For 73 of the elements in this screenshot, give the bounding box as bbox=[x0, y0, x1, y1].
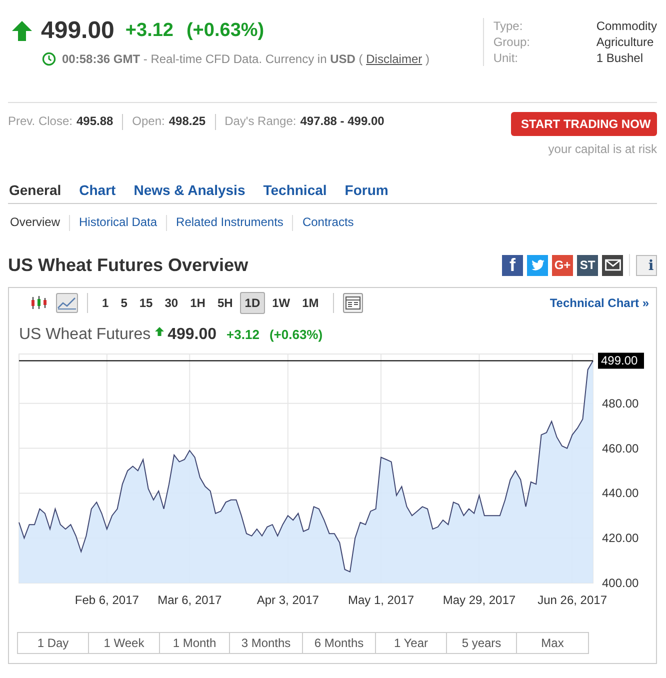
share-button[interactable]: f bbox=[502, 254, 523, 276]
axis-label: 440.00 bbox=[602, 486, 639, 500]
axis-label: 460.00 bbox=[602, 441, 639, 456]
interval-button[interactable]: 1M bbox=[297, 292, 324, 314]
range-button[interactable]: 1 Year bbox=[375, 632, 447, 654]
interval-button[interactable]: 5 bbox=[116, 292, 132, 314]
stat-label: Open: bbox=[132, 114, 165, 128]
start-trading-button[interactable]: START TRADING NOW bbox=[511, 112, 657, 136]
interval-button[interactable]: 5H bbox=[212, 292, 238, 314]
info-value: Agriculture bbox=[596, 34, 655, 50]
stat-value: 498.25 bbox=[168, 114, 206, 128]
percent-change: (+0.63%) bbox=[186, 20, 264, 42]
axis-label: Feb 6, 2017 bbox=[74, 593, 139, 607]
line-chart-icon[interactable] bbox=[56, 292, 78, 312]
interval-button[interactable]: 15 bbox=[134, 292, 158, 314]
interval-button[interactable]: 1W bbox=[267, 292, 296, 314]
axis-label: 400.00 bbox=[602, 576, 639, 590]
layout-button[interactable] bbox=[342, 292, 363, 312]
percent-change: (+0.63%) bbox=[269, 327, 323, 342]
stat-value: 495.88 bbox=[76, 114, 114, 128]
interval-button[interactable]: 30 bbox=[160, 292, 184, 314]
info-label: Type: bbox=[493, 18, 524, 34]
interval-button[interactable]: 1D bbox=[240, 292, 266, 314]
tab[interactable]: Forum bbox=[336, 182, 398, 203]
clock-icon bbox=[42, 52, 56, 66]
instrument-name: US Wheat Futures bbox=[19, 326, 151, 344]
axis-label: Jun 26, 2017 bbox=[538, 593, 608, 607]
subtab[interactable]: Contracts bbox=[292, 215, 363, 231]
technical-chart-link[interactable]: Technical Chart » bbox=[550, 296, 649, 310]
stat-label: Day's Range: bbox=[224, 114, 296, 128]
info-value: Commodity bbox=[596, 18, 657, 34]
tab[interactable]: Technical bbox=[254, 182, 336, 203]
stat-label: Prev. Close: bbox=[8, 114, 72, 128]
range-button[interactable]: 3 Months bbox=[229, 632, 303, 654]
axis-label: Mar 6, 2017 bbox=[158, 593, 222, 607]
price-change: +3.12 bbox=[226, 327, 260, 342]
subtab[interactable]: Historical Data bbox=[69, 215, 166, 231]
interval-button[interactable]: 1H bbox=[185, 292, 210, 314]
share-button[interactable]: G+ bbox=[552, 254, 573, 276]
range-button[interactable]: 6 Months bbox=[302, 632, 376, 654]
info-label: Group: bbox=[493, 34, 531, 50]
disclaimer-link[interactable]: Disclaimer bbox=[366, 52, 422, 66]
info-value: 1 Bushel bbox=[596, 50, 644, 66]
price: 499.00 bbox=[168, 326, 217, 344]
info-label: Unit: bbox=[493, 50, 519, 66]
axis-label: Apr 3, 2017 bbox=[256, 593, 319, 607]
ref-line-label: 499.00 bbox=[601, 354, 638, 368]
subtab[interactable]: Overview bbox=[8, 215, 70, 231]
stat-value: 497.88 - 499.00 bbox=[300, 114, 384, 128]
page-title: US Wheat Futures Overview bbox=[8, 254, 248, 276]
risk-note: your capital is at risk bbox=[548, 142, 657, 156]
last-price-marker: 499.00 bbox=[598, 352, 644, 369]
price-change: +3.12 bbox=[125, 20, 174, 42]
price: 499.00 bbox=[41, 17, 114, 45]
range-button[interactable]: 1 Month bbox=[159, 632, 230, 654]
axis-label: May 1, 2017 bbox=[348, 593, 414, 607]
bird-icon[interactable] bbox=[527, 254, 548, 276]
range-button[interactable]: Max bbox=[516, 632, 589, 654]
interval-button[interactable]: 1 bbox=[97, 292, 114, 314]
email-icon[interactable] bbox=[602, 254, 623, 276]
range-button[interactable]: 1 Week bbox=[88, 632, 160, 654]
tab[interactable]: News & Analysis bbox=[124, 182, 254, 203]
subtab[interactable]: Related Instruments bbox=[166, 215, 292, 231]
tab[interactable]: General bbox=[8, 182, 70, 203]
share-button[interactable]: ST bbox=[577, 254, 598, 276]
axis-label: May 29, 2017 bbox=[442, 593, 516, 607]
range-button[interactable]: 5 years bbox=[446, 632, 517, 654]
axis-label: 480.00 bbox=[602, 396, 639, 410]
info-button[interactable]: i bbox=[636, 255, 657, 276]
axis-label: 420.00 bbox=[602, 531, 639, 546]
data-note: 00:58:36 GMT - Real-time CFD Data. Currency in USD ( Disclaimer ) bbox=[62, 52, 430, 66]
range-button[interactable]: 1 Day bbox=[17, 632, 89, 654]
tab[interactable]: Chart bbox=[70, 182, 125, 203]
